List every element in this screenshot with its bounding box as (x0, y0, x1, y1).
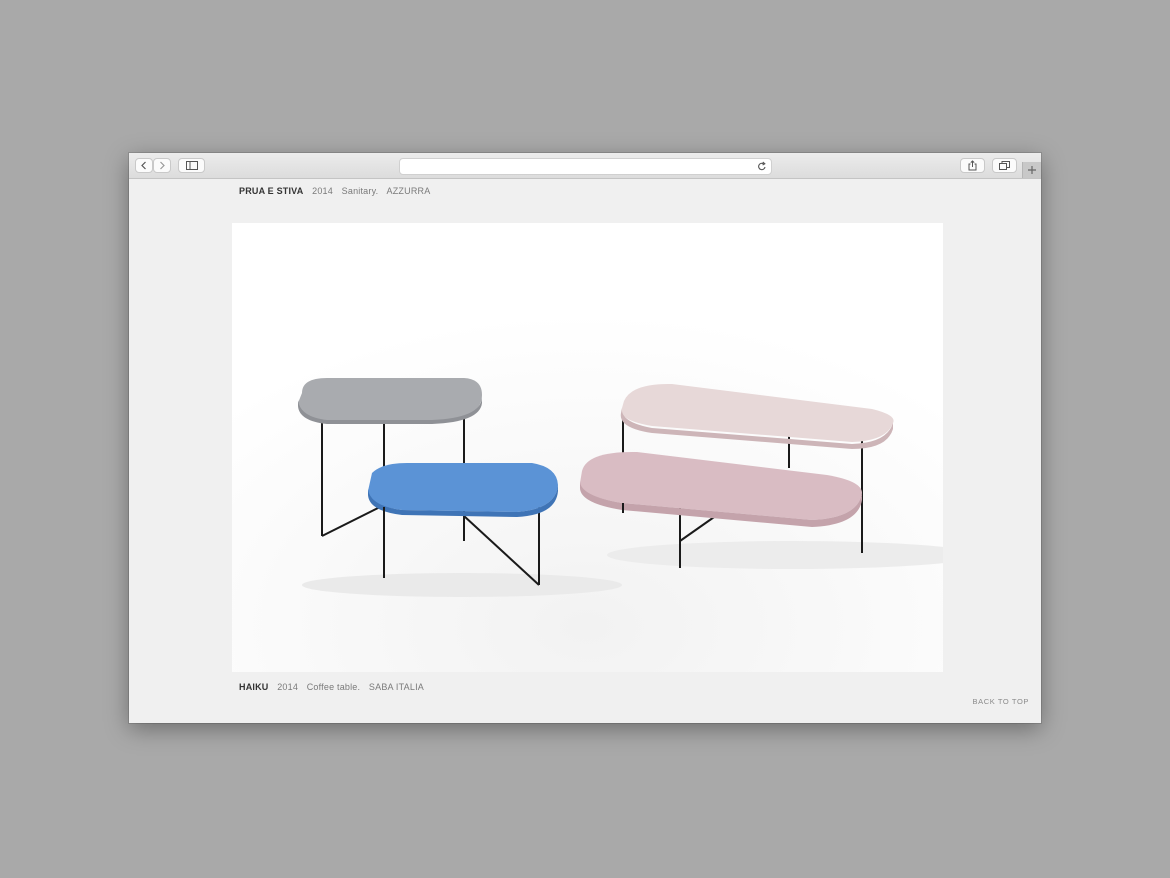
project-year: 2014 (312, 186, 333, 196)
product-photo-haiku (232, 223, 943, 672)
address-bar[interactable] (399, 158, 772, 175)
project-name[interactable]: PRUA E STIVA (239, 186, 303, 196)
browser-window: PRUA E STIVA 2014 Sanitary. AZZURRA HAIK… (129, 153, 1041, 723)
chevron-left-icon (141, 161, 146, 170)
project-year: 2014 (277, 682, 299, 692)
back-to-top-link[interactable]: BACK TO TOP (973, 697, 1029, 706)
project-caption-haiku: HAIKU 2014 Coffee table. SABA ITALIA (239, 682, 424, 692)
reload-icon[interactable] (757, 161, 767, 172)
project-client: AZZURRA (386, 186, 431, 196)
sidebar-button[interactable] (178, 158, 205, 173)
project-name[interactable]: HAIKU (239, 682, 269, 692)
project-type: Coffee table. (306, 682, 361, 692)
share-button[interactable] (960, 158, 985, 173)
project-caption-prua-e-stiva: PRUA E STIVA 2014 Sanitary. AZZURRA (239, 186, 430, 196)
project-client: SABA ITALIA (368, 682, 424, 692)
tabs-overview-button[interactable] (992, 158, 1017, 173)
tabs-overview-icon (999, 161, 1010, 170)
new-tab-button[interactable] (1022, 162, 1041, 178)
chevron-right-icon (160, 161, 165, 170)
plus-icon (1028, 166, 1036, 174)
coffee-tables-illustration (232, 223, 943, 672)
share-icon (968, 160, 977, 171)
forward-button[interactable] (153, 158, 171, 173)
sidebar-icon (185, 161, 198, 170)
project-type: Sanitary. (341, 186, 379, 196)
back-button[interactable] (135, 158, 153, 173)
browser-toolbar (129, 153, 1041, 179)
